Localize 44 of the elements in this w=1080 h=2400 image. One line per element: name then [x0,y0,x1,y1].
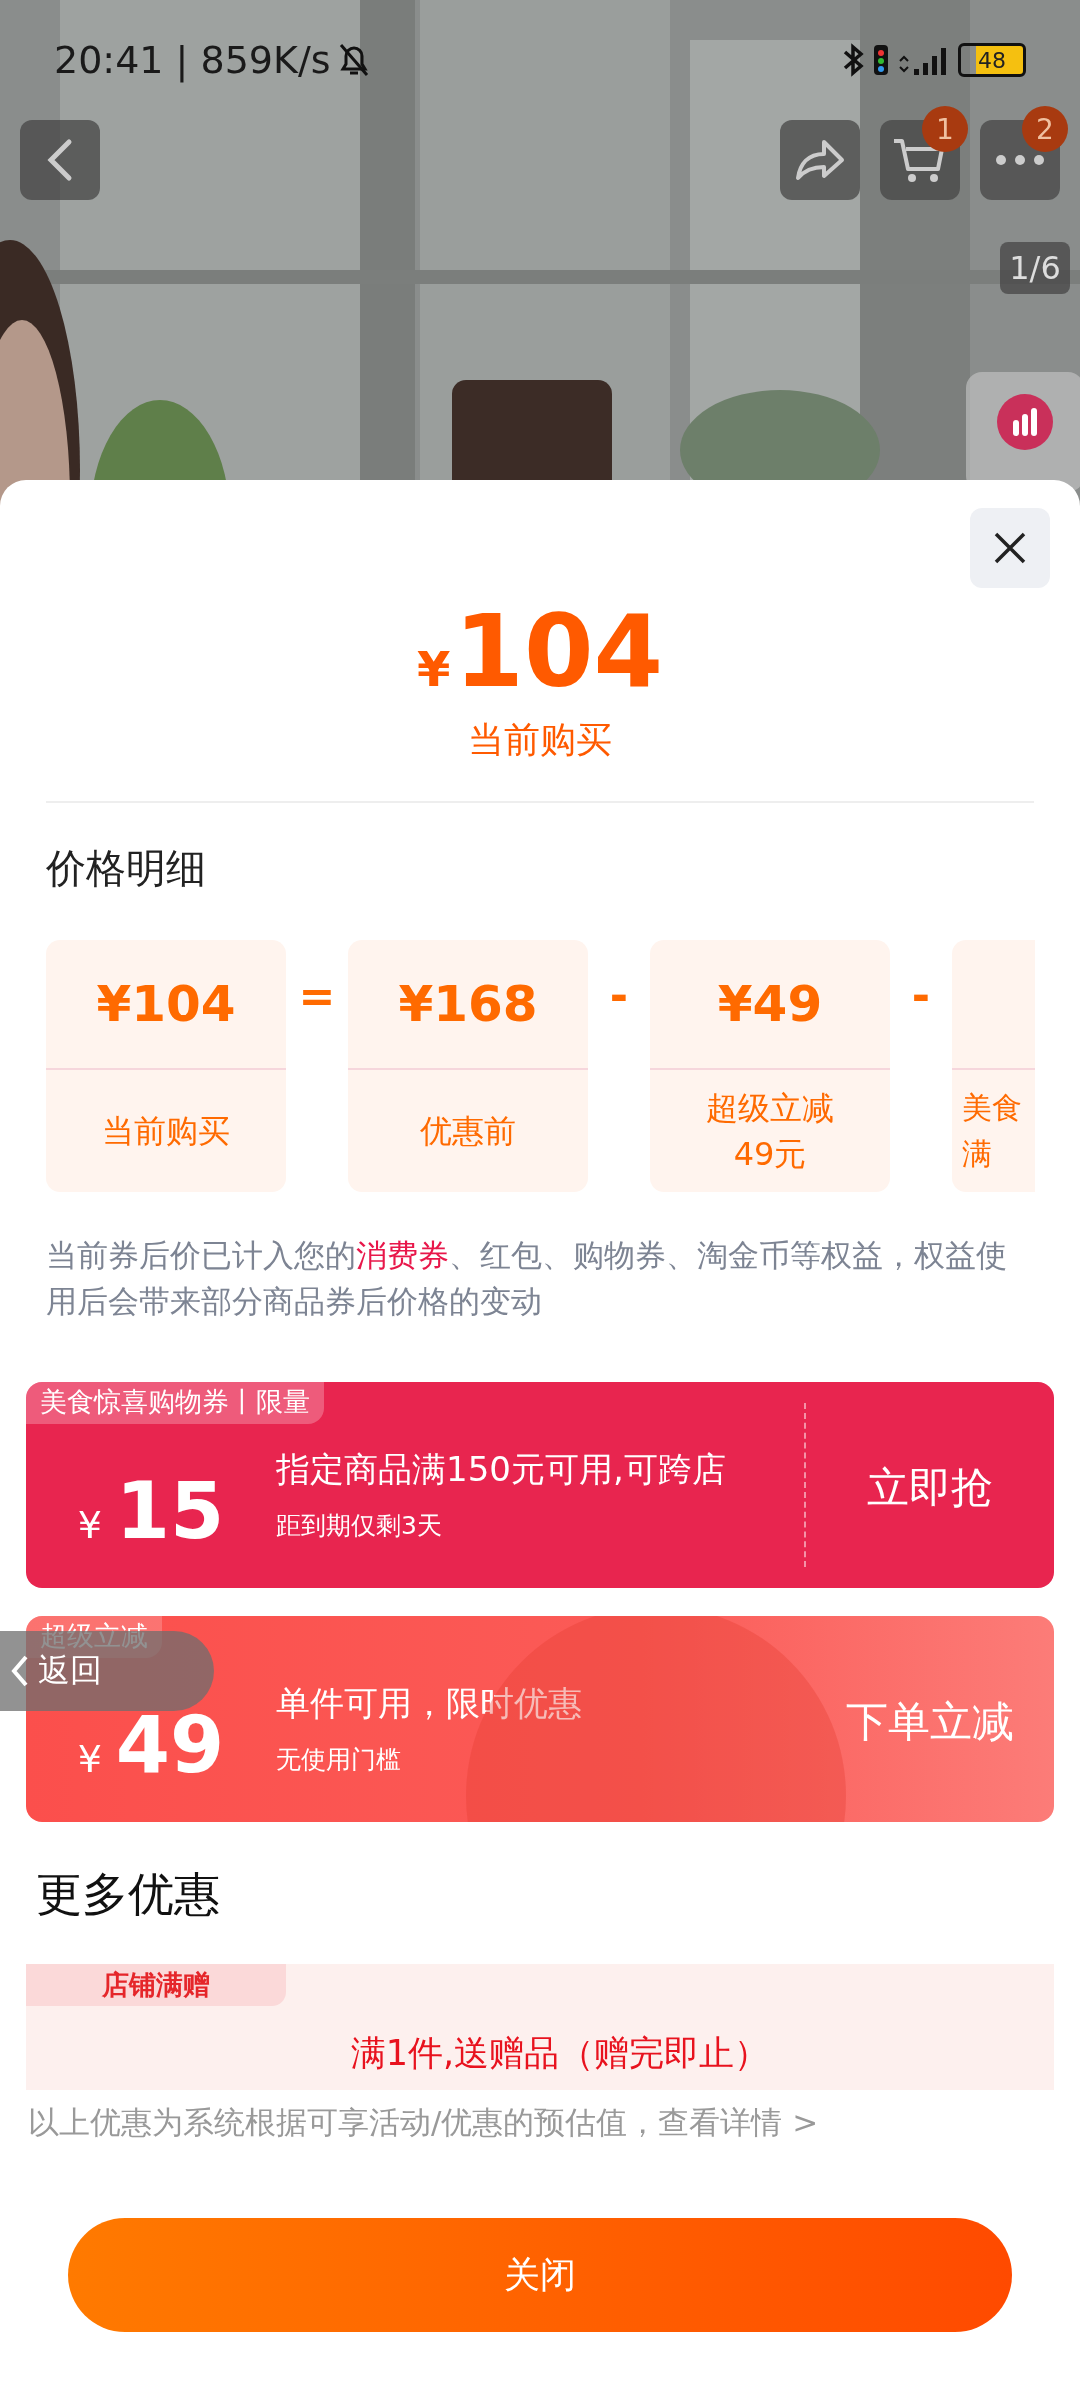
offer-tag: 店铺满赠 [26,1964,286,2006]
coupon-subtitle: 距到期仅剩3天 [276,1509,443,1542]
card-label: 超级立减 [706,1088,834,1129]
section-title: 价格明细 [45,844,207,893]
back-icon [10,1654,30,1688]
back-button[interactable] [20,120,100,200]
share-icon [794,138,846,182]
card-price: ¥49 [717,975,823,1033]
coupon-tag: 美食惊喜购物券丨限量 [26,1382,324,1424]
close-icon-button[interactable] [970,508,1050,588]
operator-sign: - [910,969,932,1021]
card-label: 满 [962,1135,992,1173]
image-counter: 1/6 [1000,242,1070,294]
card-label: 优惠前 [420,1111,516,1152]
offer-text: 满1件,送赠品（赠完即止） [350,2032,770,2075]
price-label: 当前购买 [468,718,612,762]
coupon-action-button[interactable]: 立即抢 [806,1382,1054,1588]
card-price: ¥168 [398,975,538,1033]
card-label: 当前购买 [102,1111,230,1152]
share-button[interactable] [780,120,860,200]
card-price: ¥104 [96,975,236,1033]
live-button[interactable] [966,372,1080,492]
card-label: 美食 [962,1089,1022,1127]
currency-symbol: ¥ [77,1737,102,1781]
status-time: 20:41 | 859K/s [54,38,331,82]
currency-symbol: ¥ [416,641,451,697]
battery-icon: 48 [958,43,1026,77]
coupon-subtitle: 无使用门槛 [276,1743,402,1776]
current-price: 104 [454,598,664,706]
more-icon [995,154,1045,166]
section-title: 更多优惠 [35,1866,221,1923]
coupon-amount: 15 [115,1466,225,1556]
coupon-title: 单件可用，限时优惠 [276,1681,583,1725]
close-icon [993,531,1027,565]
price-note: 当前券后价已计入您的消费券、红包、购物券、淘金币等权益，权益使用后会带来部分商品券后价格的变动 [46,1236,1008,1321]
operator-sign: = [297,969,337,1021]
close-button[interactable]: 关闭 [68,2218,1012,2332]
bar-chart-icon [997,394,1053,450]
currency-symbol: ¥ [77,1503,102,1547]
coupon-action-button[interactable]: 下单立减 [806,1616,1054,1822]
details-link[interactable]: 以上优惠为系统根据可享活动/优惠的预估值，查看详情 > [28,2102,1052,2144]
card-label: 49元 [733,1134,807,1175]
coupon-title: 指定商品满150元可用,可跨店 [276,1447,727,1491]
operator-sign: - [608,969,630,1021]
